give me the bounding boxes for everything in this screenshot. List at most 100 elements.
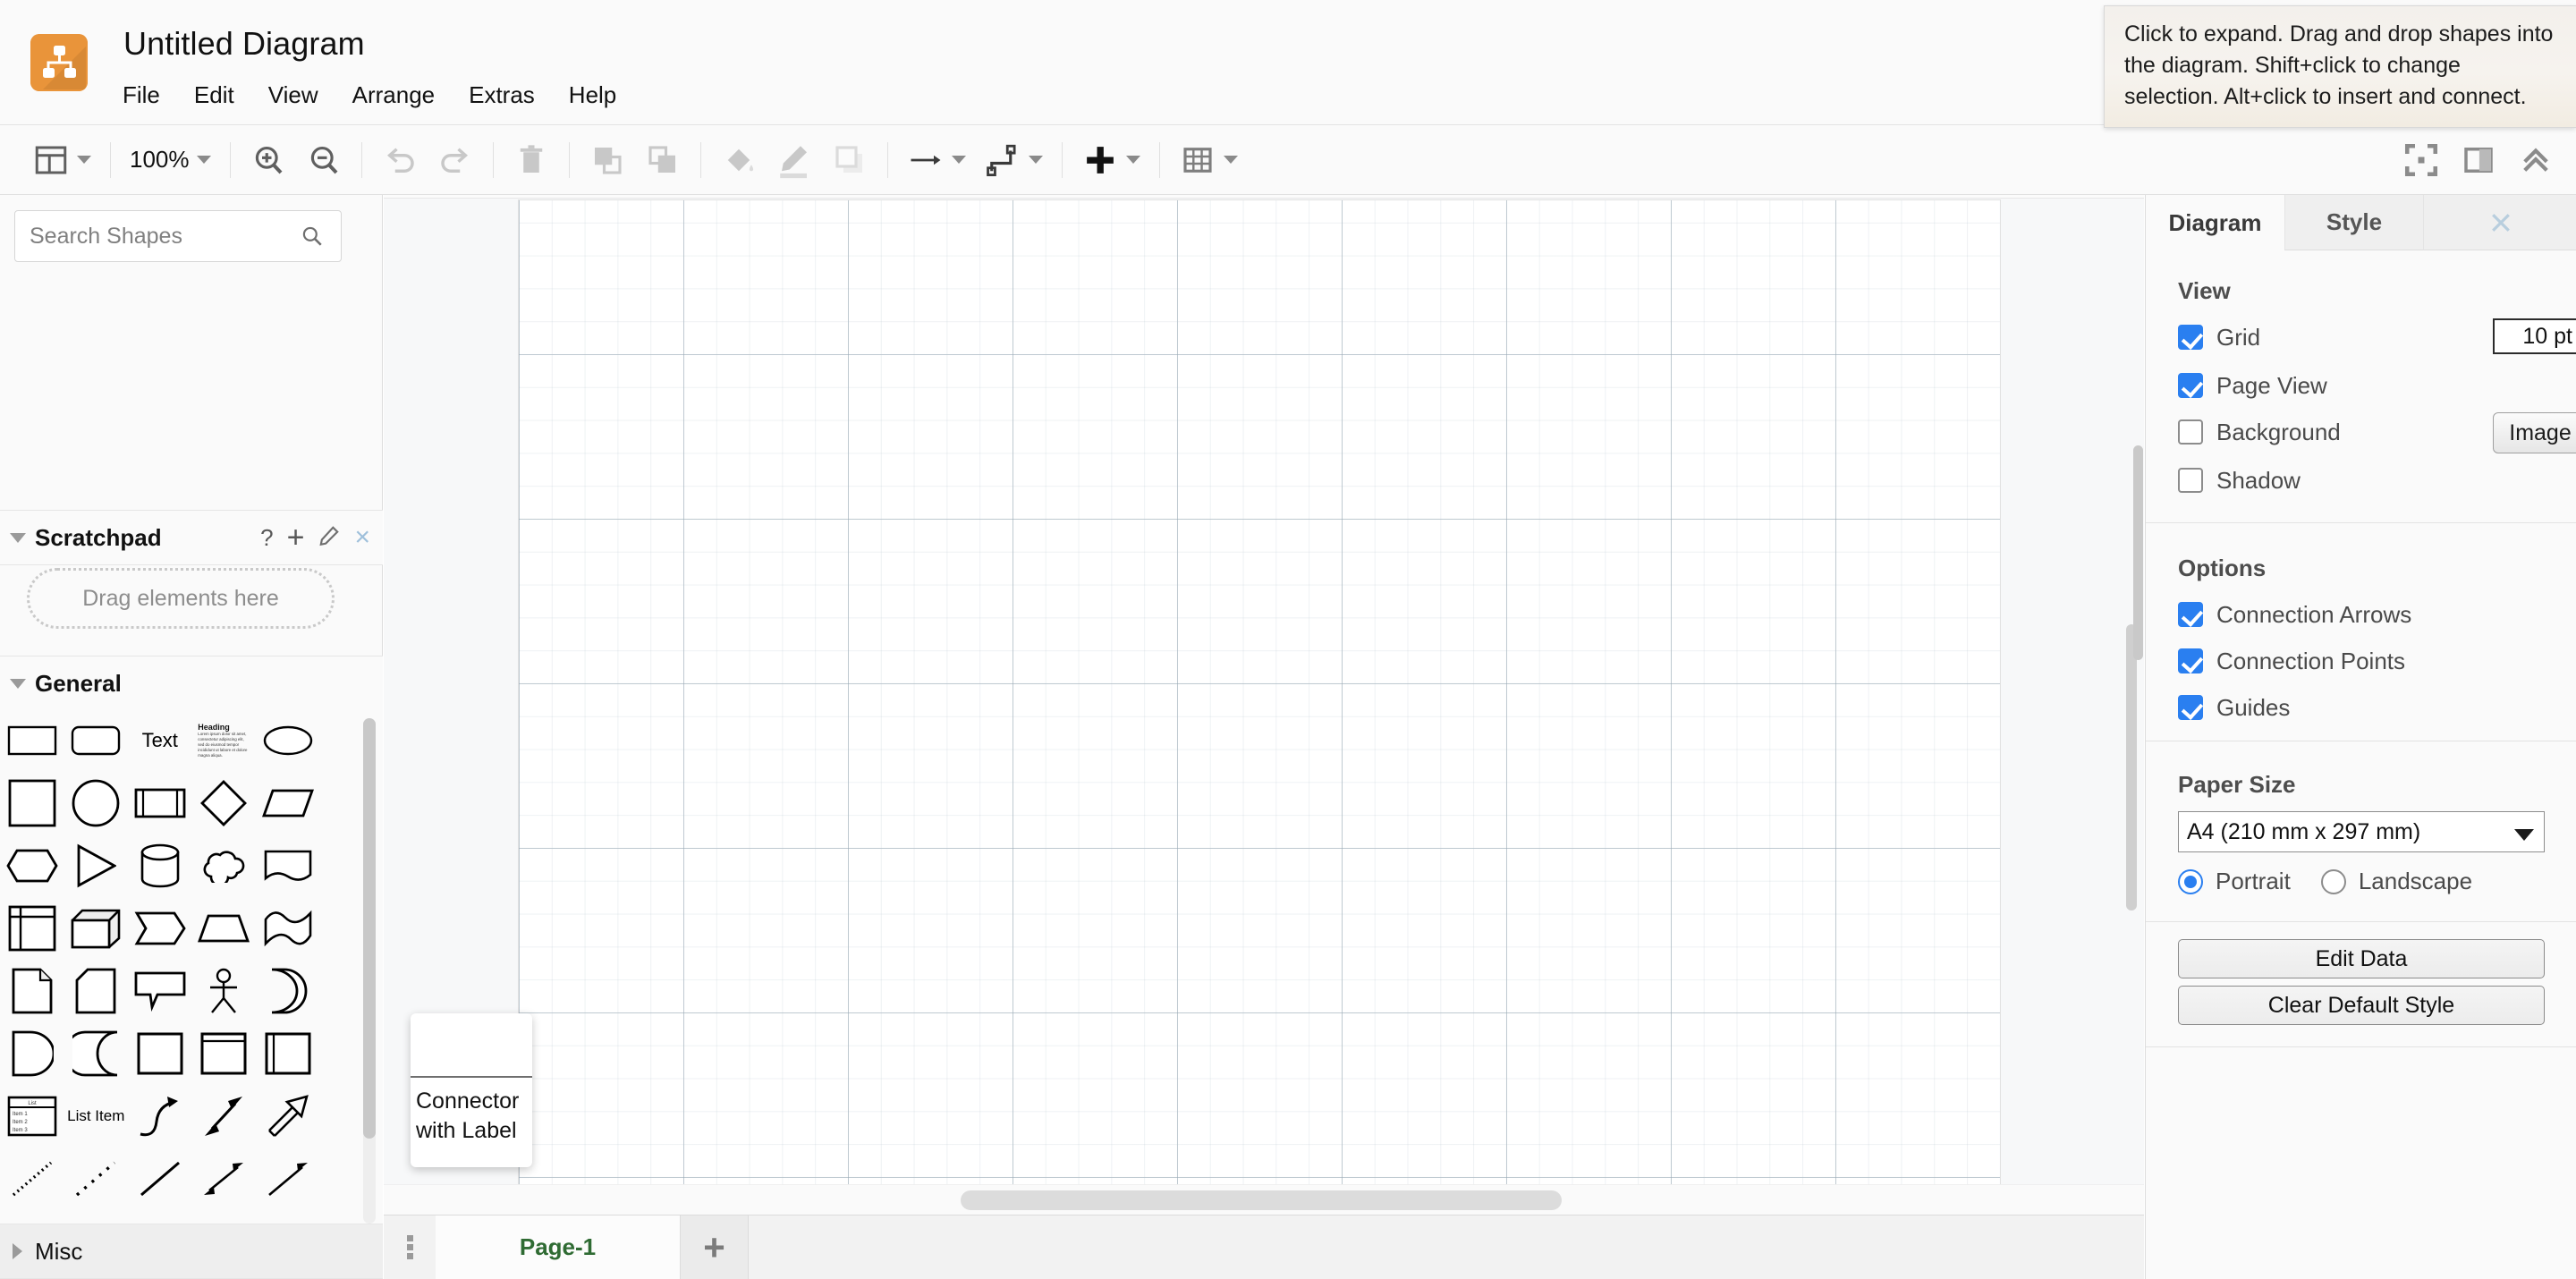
menu-extras[interactable]: Extras <box>452 79 552 112</box>
shape-arrow-tape[interactable] <box>64 1022 129 1085</box>
chevron-down-icon[interactable] <box>1028 156 1043 164</box>
section-header-general[interactable]: General <box>0 656 383 711</box>
shape-step[interactable] <box>128 897 192 960</box>
shape-cloud[interactable] <box>192 834 257 897</box>
shape-parallelogram[interactable] <box>256 772 320 834</box>
tab-style[interactable]: Style <box>2284 195 2423 250</box>
connection-arrows-checkbox[interactable] <box>2178 602 2203 627</box>
shape-rectangle[interactable] <box>0 709 64 772</box>
shape-process[interactable] <box>128 772 192 834</box>
shape-square[interactable] <box>0 772 64 834</box>
canvas-area[interactable] <box>384 195 2144 1279</box>
shadow-checkbox[interactable] <box>2178 468 2203 493</box>
shape-block-arrow[interactable] <box>256 1085 320 1148</box>
shadow-button[interactable] <box>822 125 877 195</box>
shape-textbox[interactable]: Heading Lorem ipsum dolor sit amet, cons… <box>192 709 257 772</box>
chevron-down-icon[interactable] <box>951 156 966 164</box>
table-insert-button[interactable] <box>1170 125 1247 195</box>
shape-card[interactable] <box>64 960 129 1022</box>
add-page-button[interactable]: + <box>681 1215 749 1279</box>
portrait-radio[interactable] <box>2178 868 2203 894</box>
shape-triangle[interactable] <box>64 834 129 897</box>
landscape-radio[interactable] <box>2320 868 2346 894</box>
zoom-out-button[interactable] <box>296 125 352 195</box>
shape-circle[interactable] <box>64 772 129 834</box>
grid-checkbox[interactable] <box>2178 325 2203 350</box>
line-color-button[interactable] <box>767 125 822 195</box>
shape-text[interactable]: Text <box>128 709 192 772</box>
connection-arrows-row[interactable]: Connection Arrows <box>2178 591 2576 638</box>
shape-line[interactable] <box>128 1148 192 1210</box>
shape-rounded-rectangle[interactable] <box>64 709 129 772</box>
page-view-checkbox[interactable] <box>2178 373 2203 398</box>
undo-button[interactable] <box>372 125 428 195</box>
send-to-back-button[interactable] <box>635 125 691 195</box>
chevron-down-icon[interactable] <box>196 156 211 164</box>
shape-rhombus[interactable] <box>192 772 257 834</box>
redo-button[interactable] <box>428 125 483 195</box>
scratchpad-dropzone[interactable]: Drag elements here <box>27 568 335 629</box>
shape-dashed-line[interactable] <box>64 1148 129 1210</box>
background-image-button[interactable]: Image <box>2493 412 2576 453</box>
shape-container[interactable] <box>128 1022 192 1085</box>
search-input[interactable] <box>14 210 342 262</box>
fill-color-button[interactable] <box>711 125 767 195</box>
scratchpad-header[interactable]: Scratchpad ? + × <box>0 510 383 565</box>
tab-diagram[interactable]: Diagram <box>2146 195 2284 250</box>
insert-button[interactable] <box>1072 125 1149 195</box>
shape-curved-arrow[interactable] <box>128 1085 192 1148</box>
chevron-down-icon[interactable] <box>1125 156 1140 164</box>
clear-default-style-button[interactable]: Clear Default Style <box>2178 986 2545 1025</box>
shape-vertical-container[interactable] <box>192 1022 257 1085</box>
arrow-style-button[interactable] <box>898 125 975 195</box>
canvas-scroll-area[interactable] <box>384 199 2144 1215</box>
chevron-down-icon[interactable] <box>1223 156 1238 164</box>
canvas-horizontal-scrollbar-thumb[interactable] <box>961 1190 1562 1210</box>
shape-horizontal-container[interactable] <box>256 1022 320 1085</box>
shape-single-arrow[interactable] <box>256 1148 320 1210</box>
collapse-button[interactable] <box>2517 141 2555 179</box>
page-view-row[interactable]: Page View <box>2178 362 2576 409</box>
shape-double-arrow[interactable] <box>192 1148 257 1210</box>
shape-document[interactable] <box>256 834 320 897</box>
menu-view[interactable]: View <box>251 79 335 112</box>
shape-list[interactable]: List Item 1 Item 2 Item 3 <box>0 1085 64 1148</box>
shape-cube[interactable] <box>64 897 129 960</box>
section-header-misc[interactable]: Misc <box>0 1224 383 1279</box>
shape-list-item[interactable]: List Item <box>64 1085 129 1148</box>
format-panel-button[interactable] <box>2460 141 2497 179</box>
shape-thick-line[interactable] <box>0 1210 64 1224</box>
shape-tape[interactable] <box>256 897 320 960</box>
zoom-menu-button[interactable]: 100% <box>121 125 220 195</box>
shape-trapezoid[interactable] <box>192 897 257 960</box>
bring-to-front-button[interactable] <box>580 125 635 195</box>
canvas-vertical-scrollbar[interactable] <box>2126 624 2137 911</box>
paper-size-select[interactable]: A4 (210 mm x 297 mm) A5 (148 mm x 210 mm… <box>2178 811 2545 852</box>
search-icon[interactable] <box>301 224 324 252</box>
view-layout-button[interactable] <box>23 125 100 195</box>
canvas-horizontal-scrollbar-track[interactable] <box>384 1184 2144 1215</box>
shadow-row[interactable]: Shadow <box>2178 457 2576 504</box>
sidebar-scrollbar-track[interactable] <box>363 718 376 1224</box>
shape-delay[interactable] <box>256 960 320 1022</box>
sidebar-scrollbar-thumb[interactable] <box>363 718 376 1139</box>
shape-connector-with-2-labels[interactable]: SourceLabel <box>128 1210 192 1224</box>
chevron-down-icon[interactable] <box>77 156 91 164</box>
shape-internal-storage[interactable] <box>0 897 64 960</box>
close-icon[interactable]: × <box>354 524 370 551</box>
page-tab-page-1[interactable]: Page-1 <box>436 1215 681 1279</box>
background-checkbox[interactable] <box>2178 419 2203 445</box>
menu-help[interactable]: Help <box>552 79 633 112</box>
edit-pencil-icon[interactable] <box>318 524 341 552</box>
shape-connector-with-label[interactable]: Label <box>64 1210 129 1224</box>
delete-button[interactable] <box>504 125 559 195</box>
shape-display[interactable] <box>0 1022 64 1085</box>
connection-points-row[interactable]: Connection Points <box>2178 638 2576 684</box>
shape-dotted-line[interactable] <box>0 1148 64 1210</box>
connection-points-checkbox[interactable] <box>2178 648 2203 673</box>
menu-edit[interactable]: Edit <box>177 79 251 112</box>
grid-size-input[interactable] <box>2493 318 2576 354</box>
shape-link-edge[interactable] <box>256 1210 320 1224</box>
shape-connector-with-3-labels[interactable]: SourceLabelTarget <box>192 1210 257 1224</box>
shape-callout[interactable] <box>128 960 192 1022</box>
